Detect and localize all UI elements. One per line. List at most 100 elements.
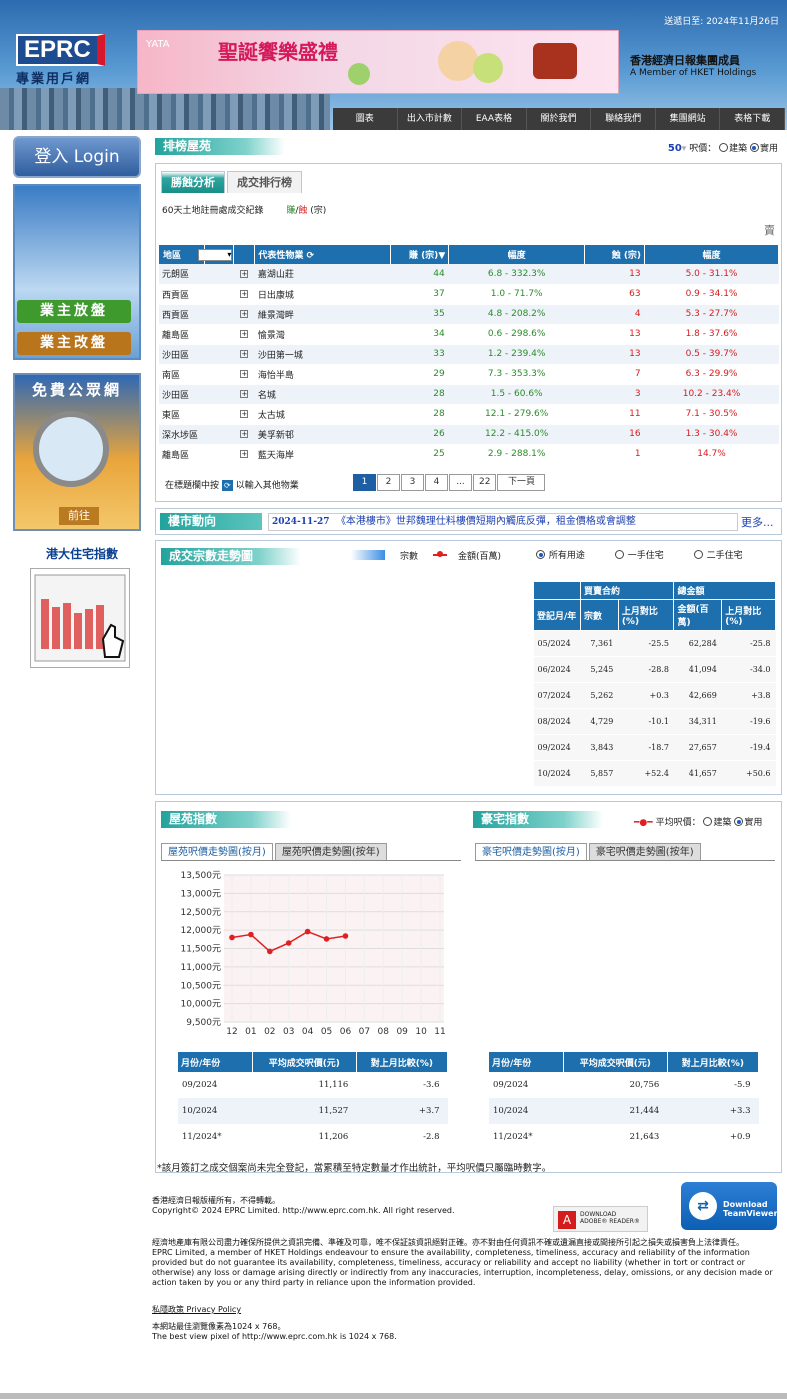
- estate-link[interactable]: 海怡半島: [254, 364, 391, 385]
- expand-icon[interactable]: +: [233, 264, 255, 285]
- tab-gain-loss[interactable]: 勝蝕分析: [161, 171, 225, 193]
- expand-icon[interactable]: +: [233, 444, 255, 465]
- expand-icon[interactable]: +: [233, 364, 255, 385]
- tab-estate-yearly[interactable]: 屋苑呎價走勢圖(按年): [274, 843, 387, 861]
- cell: 3,843: [580, 734, 619, 761]
- refresh-icon[interactable]: ⟳: [307, 251, 315, 261]
- estate-link[interactable]: 維景灣畔: [254, 304, 391, 325]
- loss-count: 11: [584, 404, 645, 425]
- expand-icon[interactable]: +: [233, 284, 255, 305]
- gain-count: 35: [390, 304, 449, 325]
- owner-list-button[interactable]: 業主放盤: [17, 300, 131, 323]
- page-3[interactable]: 3: [401, 474, 424, 491]
- first-hand-radio[interactable]: [614, 550, 624, 559]
- logo-text: EPRC: [16, 34, 105, 66]
- gain-range: 4.8 - 208.2%: [448, 304, 585, 325]
- privacy-policy-link[interactable]: 私隱政策 Privacy Policy: [152, 1305, 241, 1315]
- nav-calculator[interactable]: 出入市計數: [398, 108, 463, 130]
- data-point[interactable]: [229, 934, 235, 941]
- nav-form-download[interactable]: 表格下載: [720, 108, 786, 130]
- data-point[interactable]: [285, 940, 292, 946]
- eprc-logo[interactable]: EPRC 專業用戶網: [16, 34, 116, 88]
- col-gain[interactable]: 賺 (宗)▼: [390, 245, 450, 264]
- loss-range: 0.5 - 39.7%: [644, 344, 779, 365]
- next-page-button[interactable]: 下一頁: [497, 474, 546, 491]
- estate-link[interactable]: 藍天海岸: [254, 444, 391, 465]
- news-headline[interactable]: 《本港樓市》世邦魏理仕料樓價短期內觸底反彈，租金價格或會調整: [336, 516, 636, 527]
- login-button[interactable]: 登入 Login: [13, 136, 141, 178]
- nav-eaa-forms[interactable]: EAA表格: [462, 108, 527, 130]
- cell: +3.3: [667, 1098, 759, 1124]
- pagination: 1 2 3 4 ... 22 下一頁: [353, 474, 546, 491]
- free-public-site-panel[interactable]: 免費公眾網 前往: [13, 373, 141, 531]
- tab-luxury-yearly[interactable]: 豪宅呎價走勢圖(按年): [588, 843, 701, 861]
- table-row: 沙田區 + 沙田第一城 33 1.2 - 239.4% 13 0.5 - 39.7%: [159, 344, 779, 365]
- top-nav: 圖表 出入市計數 EAA表格 關於我們 聯絡我們 集團網站 表格下載: [333, 108, 786, 130]
- col-loss[interactable]: 蝕 (宗): [584, 245, 646, 264]
- y-tick-label: 10,500元: [181, 981, 222, 991]
- tab-estate-monthly[interactable]: 屋苑呎價走勢圖(按月): [161, 843, 273, 861]
- saleable-area-radio[interactable]: [749, 143, 759, 152]
- news-bar: 樓市動向 2024-11-27 《本港樓市》世邦魏理仕料樓價短期內觸底反彈，租金…: [155, 508, 782, 535]
- gain-range: 1.5 - 60.6%: [448, 384, 585, 405]
- estate-link[interactable]: 美孚新邨: [254, 424, 391, 445]
- expand-icon[interactable]: +: [233, 304, 255, 325]
- hku-index-chart-thumbnail[interactable]: [30, 568, 130, 668]
- table-row: 07/2024 5,262 +0.3 42,669 +3.8: [533, 682, 776, 709]
- table-row: 11/2024* 11,206 -2.8: [178, 1124, 448, 1150]
- district-cell: 南區: [159, 364, 205, 385]
- loss-count: 1: [584, 444, 645, 465]
- expand-icon[interactable]: +: [233, 344, 255, 365]
- free-site-go-button[interactable]: 前往: [59, 507, 99, 525]
- gross-area-radio[interactable]: [719, 143, 729, 152]
- table-row: 東區 + 太古城 28 12.1 - 279.6% 11 7.1 - 30.5%: [159, 404, 779, 425]
- page-last[interactable]: 22: [473, 474, 497, 491]
- yata-ad-banner[interactable]: YATA 聖誕饗樂盛禮: [137, 30, 619, 94]
- estate-link[interactable]: 嘉湖山莊: [254, 264, 391, 285]
- cell: 10/2024: [178, 1098, 253, 1124]
- page-1[interactable]: 1: [353, 474, 376, 491]
- data-point[interactable]: [267, 948, 273, 955]
- loss-count: 3: [584, 384, 645, 405]
- x-tick-label: 03: [283, 1027, 294, 1037]
- expand-icon[interactable]: +: [233, 384, 255, 405]
- owner-change-button[interactable]: 業主改盤: [17, 332, 131, 355]
- ranking-count[interactable]: 50: [668, 143, 682, 154]
- expand-icon[interactable]: +: [233, 404, 255, 425]
- loss-count: 16: [584, 424, 645, 445]
- estate-link[interactable]: 名城: [254, 384, 391, 405]
- gain-range: 0.6 - 298.6%: [448, 324, 585, 345]
- tab-luxury-monthly[interactable]: 豪宅呎價走勢圖(按月): [475, 843, 587, 861]
- data-point[interactable]: [342, 933, 349, 939]
- news-ticker[interactable]: 2024-11-27 《本港樓市》世邦魏理仕料樓價短期內觸底反彈，租金價格或會調…: [268, 513, 738, 531]
- expand-icon[interactable]: +: [233, 424, 255, 445]
- teamviewer-download[interactable]: ⇄ Download TeamViewer: [681, 1182, 778, 1230]
- estate-link[interactable]: 愉景灣: [254, 324, 391, 345]
- nav-about[interactable]: 關於我們: [527, 108, 592, 130]
- page-4[interactable]: 4: [425, 474, 448, 491]
- magnifier-house-icon: [33, 411, 109, 487]
- all-usage-radio[interactable]: [536, 550, 545, 559]
- data-point[interactable]: [323, 936, 330, 942]
- district-select[interactable]: ▾: [198, 248, 233, 261]
- estate-link[interactable]: 沙田第一城: [254, 344, 391, 365]
- lux-gross-radio[interactable]: [703, 817, 713, 826]
- data-point[interactable]: [304, 928, 311, 935]
- district-cell: 東區: [159, 404, 205, 425]
- page-2[interactable]: 2: [377, 474, 400, 491]
- nav-group-sites[interactable]: 集團網站: [656, 108, 721, 130]
- lux-saleable-radio[interactable]: [734, 817, 744, 826]
- expand-icon[interactable]: +: [233, 324, 255, 345]
- hku-index-title[interactable]: 港大住宅指數: [46, 545, 118, 562]
- news-more-link[interactable]: 更多...: [741, 514, 774, 530]
- data-point[interactable]: [248, 931, 254, 938]
- x-tick-label: 02: [264, 1027, 275, 1037]
- adobe-reader-download[interactable]: A DOWNLOAD ADOBE® READER®: [553, 1206, 648, 1232]
- cell: 7,361: [580, 630, 619, 657]
- nav-chart[interactable]: 圖表: [333, 108, 398, 130]
- second-hand-radio[interactable]: [693, 550, 703, 559]
- estate-link[interactable]: 太古城: [254, 404, 391, 425]
- estate-link[interactable]: 日出康城: [254, 284, 391, 305]
- tab-transaction-ranking[interactable]: 成交排行榜: [227, 171, 302, 193]
- nav-contact[interactable]: 聯絡我們: [591, 108, 656, 130]
